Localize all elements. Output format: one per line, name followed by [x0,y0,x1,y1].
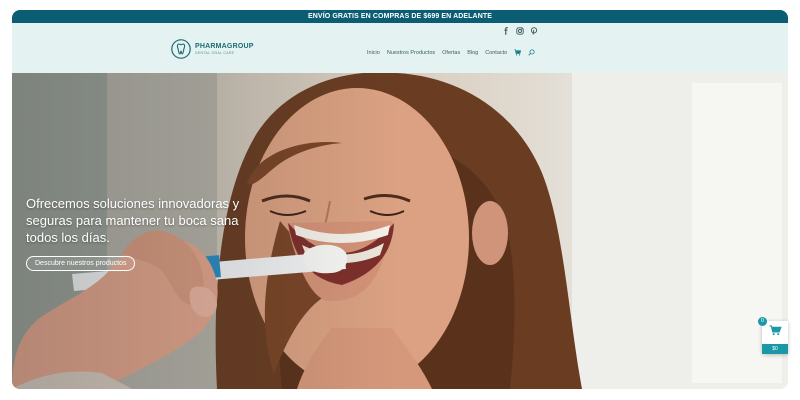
discover-products-button[interactable]: Descubre nuestros productos [26,256,136,271]
nav-item-ofertas[interactable]: Ofertas [442,50,460,56]
main-nav: Inicio Nuestros Productos Ofertas Blog C… [367,49,535,56]
floating-cart-widget[interactable]: 0 $0 [758,317,788,354]
brand-name: PHARMAGROUP [195,42,254,50]
cart-total: $0 [762,344,788,354]
pinterest-icon[interactable] [530,27,538,35]
brand-text: PHARMAGROUP DENTAL ORAL CARE [195,43,254,56]
site-header: PHARMAGROUP DENTAL ORAL CARE Inicio Nues… [12,23,788,73]
cart-count-badge: 0 [758,317,767,326]
cart-icon [769,325,782,336]
nav-item-nuestros-productos[interactable]: Nuestros Productos [387,50,435,56]
instagram-icon[interactable] [516,27,524,35]
brand-logo[interactable]: PHARMAGROUP DENTAL ORAL CARE [171,39,254,59]
tooth-logo-icon [171,39,191,59]
nav-item-blog[interactable]: Blog [467,50,478,56]
social-links [502,27,538,35]
facebook-icon[interactable] [502,27,510,35]
hero-heading: Ofrecemos soluciones innovadoras y segur… [26,196,240,245]
promo-text: ENVÍO GRATIS EN COMPRAS DE $699 EN ADELA… [308,13,492,20]
cart-icon[interactable] [514,49,522,56]
nav-item-contacto[interactable]: Contacto [485,50,507,56]
hero-banner: Ofrecemos soluciones innovadoras y segur… [12,73,788,389]
brand-tagline: DENTAL ORAL CARE [195,50,235,55]
search-icon[interactable] [528,49,535,56]
nav-item-inicio[interactable]: Inicio [367,50,380,56]
page-frame: ENVÍO GRATIS EN COMPRAS DE $699 EN ADELA… [12,10,788,389]
promo-bar: ENVÍO GRATIS EN COMPRAS DE $699 EN ADELA… [12,10,788,23]
